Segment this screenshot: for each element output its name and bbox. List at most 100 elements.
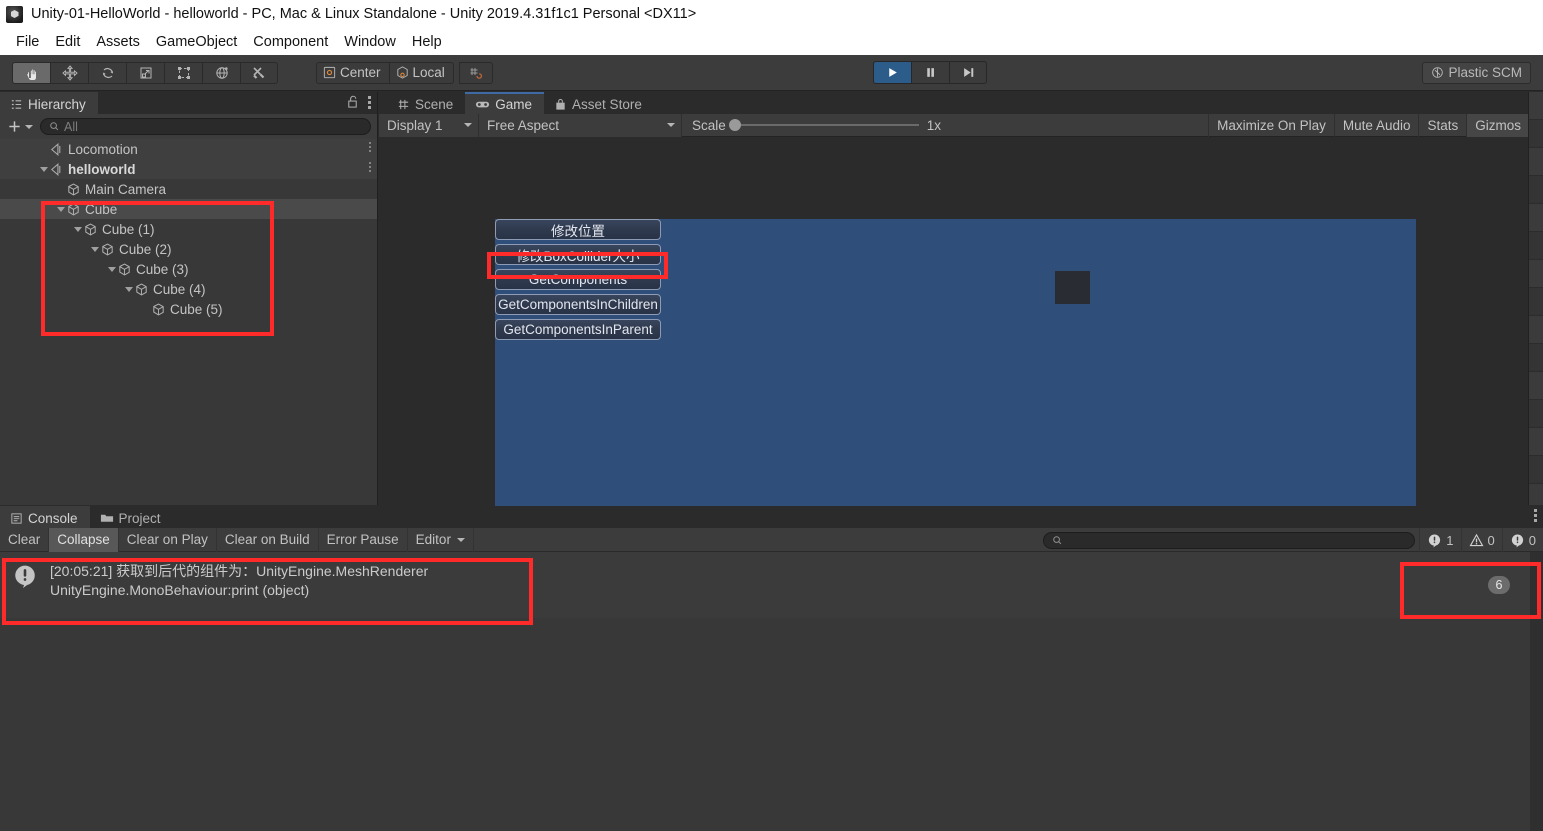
expand-triangle-icon[interactable] <box>106 264 117 275</box>
hand-tool-button[interactable] <box>12 61 50 84</box>
console-scrollbar[interactable] <box>1530 552 1543 831</box>
rotate-tool-button[interactable] <box>88 61 126 84</box>
aspect-select-label: Free Aspect <box>487 117 560 133</box>
inspector-row <box>1529 148 1543 176</box>
hierarchy-panel: Hierarchy All Locomotion helloworld Main C… <box>0 92 378 505</box>
rotation-mode-button[interactable]: Local <box>388 61 454 84</box>
aspect-select[interactable]: Free Aspect <box>479 113 682 137</box>
inspector-row <box>1529 400 1543 428</box>
hierarchy-row-helloworld[interactable]: helloworld <box>0 159 377 179</box>
game-canvas[interactable]: 修改位置修改BoxCollider大小 GetComponents GetCompo… <box>495 219 1416 511</box>
game-button-1[interactable]: 修改位置 <box>495 219 661 240</box>
tab-game-label: Game <box>495 96 533 112</box>
stats-button[interactable]: Stats <box>1418 114 1466 137</box>
game-view[interactable]: 修改位置修改BoxCollider大小 GetComponents GetCompo… <box>379 137 1543 527</box>
menu-window[interactable]: Window <box>336 32 404 52</box>
clear-on-build-button[interactable]: Clear on Build <box>217 527 319 552</box>
console-log-list[interactable]: [20:05:21] 获取到后代的组件为：UnityEngine.MeshRen… <box>0 552 1543 831</box>
game-button-3[interactable]: GetComponents <box>495 269 661 290</box>
tab-project[interactable]: Project <box>89 506 173 528</box>
console-toolbar: Clear Collapse Clear on Play Clear on Bu… <box>0 527 1543 552</box>
expand-triangle-icon[interactable] <box>89 244 100 255</box>
warning-counter[interactable]: 0 <box>1460 528 1502 552</box>
transform-tool-button[interactable] <box>202 61 240 84</box>
hierarchy-row-menu-icon[interactable] <box>369 142 371 152</box>
hierarchy-search-input[interactable]: All <box>40 118 371 135</box>
pivot-mode-label: Center <box>340 65 381 80</box>
hierarchy-row-cube-4[interactable]: Cube (4) <box>0 279 377 299</box>
menu-edit[interactable]: Edit <box>47 32 88 52</box>
hierarchy-add-button[interactable] <box>4 119 36 134</box>
play-icon <box>889 68 897 77</box>
custom-tool-button[interactable] <box>240 61 278 84</box>
display-select[interactable]: Display 1 <box>379 113 479 137</box>
mute-audio-button[interactable]: Mute Audio <box>1333 114 1419 137</box>
game-button-4[interactable]: GetComponentsInChildren <box>495 294 661 315</box>
scale-slider[interactable] <box>728 119 919 131</box>
console-menu-icon[interactable] <box>1534 509 1537 522</box>
hierarchy-menu-icon[interactable] <box>368 95 371 109</box>
plus-icon <box>9 121 20 132</box>
pivot-mode-button[interactable]: Center <box>316 61 389 84</box>
hierarchy-row-label: Cube (2) <box>119 241 172 257</box>
chevron-down-icon <box>464 123 472 127</box>
lock-open-icon[interactable] <box>346 95 359 109</box>
hierarchy-row-cube-1[interactable]: Cube (1) <box>0 219 377 239</box>
grid-snap-button[interactable] <box>458 61 493 84</box>
move-tool-button[interactable] <box>50 61 88 84</box>
console-tab-controls <box>1534 509 1537 522</box>
clear-button[interactable]: Clear <box>0 527 50 552</box>
hierarchy-search-row: All <box>0 114 377 139</box>
pause-button[interactable] <box>911 61 949 84</box>
menu-assets[interactable]: Assets <box>88 32 148 52</box>
step-button[interactable] <box>949 61 987 84</box>
maximize-on-play-button[interactable]: Maximize On Play <box>1208 114 1334 137</box>
console-log-entry[interactable]: [20:05:21] 获取到后代的组件为：UnityEngine.MeshRen… <box>0 552 1530 618</box>
scale-slider-knob[interactable] <box>728 119 741 131</box>
hierarchy-row-main-camera[interactable]: Main Camera <box>0 179 377 199</box>
hierarchy-tabbar: Hierarchy <box>0 92 377 114</box>
hierarchy-row-locomotion[interactable]: Locomotion <box>0 139 377 159</box>
expand-triangle-icon[interactable] <box>55 204 66 215</box>
play-button[interactable] <box>873 61 911 84</box>
tab-console[interactable]: Console <box>0 506 90 528</box>
hierarchy-row-cube-3[interactable]: Cube (3) <box>0 259 377 279</box>
menu-file[interactable]: File <box>8 32 47 52</box>
menu-gameobject[interactable]: GameObject <box>148 32 245 52</box>
error-pause-button[interactable]: Error Pause <box>319 527 408 552</box>
gizmos-label: Gizmos <box>1475 118 1521 133</box>
menu-help[interactable]: Help <box>404 32 450 52</box>
hierarchy-row-cube[interactable]: Cube <box>0 199 377 219</box>
inspector-row <box>1529 456 1543 484</box>
clear-on-play-button[interactable]: Clear on Play <box>119 527 217 552</box>
error-counter[interactable]: 0 <box>1501 528 1543 552</box>
plastic-scm-button[interactable]: Plastic SCM <box>1422 61 1531 84</box>
hierarchy-row-menu-icon[interactable] <box>369 162 371 172</box>
game-button-2[interactable]: 修改BoxCollider大小 <box>495 244 661 265</box>
inspector-panel-sliver[interactable] <box>1528 92 1543 505</box>
menu-component[interactable]: Component <box>245 32 336 52</box>
editor-dropdown-button[interactable]: Editor <box>408 527 474 552</box>
expand-triangle-icon[interactable] <box>72 224 83 235</box>
game-button-label: GetComponents <box>528 272 628 287</box>
hierarchy-tree[interactable]: Locomotion helloworld Main Camera Cube Cube … <box>0 139 377 502</box>
tab-scene[interactable]: Scene <box>387 92 466 114</box>
tab-asset-store[interactable]: Asset Store <box>544 92 654 114</box>
expand-triangle-icon[interactable] <box>38 164 49 175</box>
info-counter[interactable]: 1 <box>1419 528 1460 552</box>
tab-game[interactable]: Game <box>465 92 545 114</box>
game-button-5[interactable]: GetComponentsInParent <box>495 319 661 340</box>
console-search-input[interactable] <box>1043 531 1416 549</box>
hierarchy-row-cube-5[interactable]: Cube (5) <box>0 299 377 319</box>
inspector-row <box>1529 372 1543 400</box>
rect-transform-tool-button[interactable] <box>164 61 202 84</box>
hierarchy-row-cube-2[interactable]: Cube (2) <box>0 239 377 259</box>
transform-icon <box>215 66 228 79</box>
tab-hierarchy[interactable]: Hierarchy <box>0 92 98 114</box>
rotate-icon <box>102 67 113 78</box>
expand-triangle-icon[interactable] <box>123 284 134 295</box>
scale-tool-button[interactable] <box>126 61 164 84</box>
scale-slider-group: Scale 1x <box>682 118 941 133</box>
collapse-button[interactable]: Collapse <box>49 527 119 552</box>
search-icon <box>50 122 59 131</box>
